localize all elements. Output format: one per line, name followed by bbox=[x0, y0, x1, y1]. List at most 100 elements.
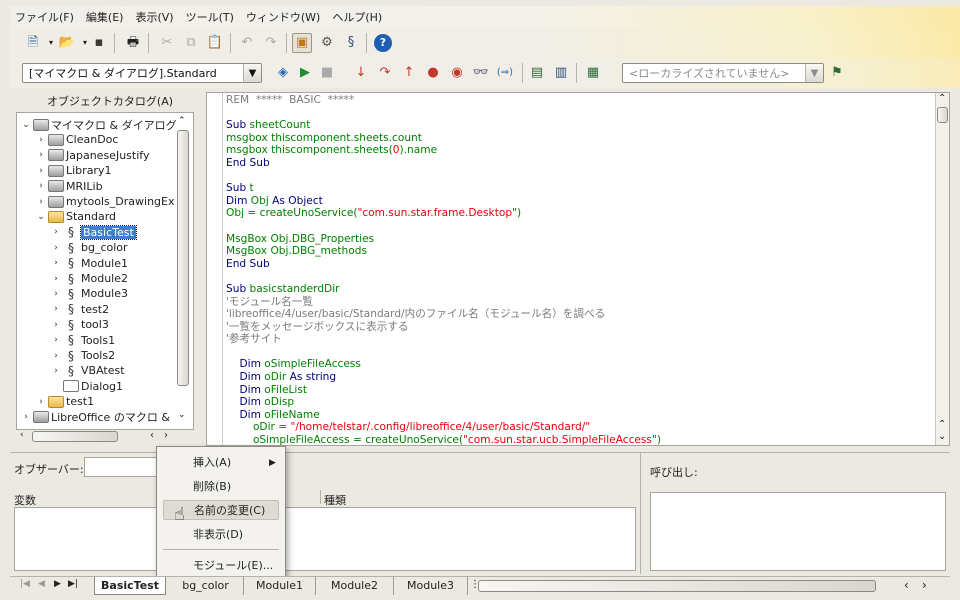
tab-horizontal-scrollbar[interactable]: ⋮ bbox=[470, 579, 876, 593]
expand-right-icon[interactable]: › bbox=[36, 197, 46, 207]
copy-icon[interactable]: ⧉ bbox=[182, 34, 200, 52]
prev-tab-icon[interactable]: ◀ bbox=[38, 579, 45, 589]
scroll-down-icon[interactable]: ⌄ bbox=[938, 431, 946, 442]
tree-item[interactable]: › MRILib bbox=[36, 179, 102, 194]
breakpoint-gutter[interactable] bbox=[207, 93, 223, 445]
calls-list[interactable] bbox=[650, 492, 946, 571]
tree-item[interactable]: › CleanDoc bbox=[36, 132, 118, 147]
code-text[interactable]: REM ***** BASIC ***** Sub sheetCount msgbo… bbox=[226, 94, 926, 445]
compile-icon[interactable]: ◈ bbox=[274, 64, 292, 82]
basic-macros-icon[interactable]: § bbox=[342, 34, 360, 52]
manage-languages-icon[interactable]: ⚑ bbox=[828, 64, 846, 82]
expand-right-icon[interactable]: › bbox=[51, 274, 61, 284]
tree-item[interactable]: › § Tools2 bbox=[51, 348, 115, 363]
tree-item[interactable]: › LibreOffice のマクロ & bbox=[21, 410, 170, 425]
scroll-right-icon[interactable]: › bbox=[922, 578, 927, 592]
menu-item-delete[interactable]: 削除(B) bbox=[163, 477, 279, 497]
expand-right-icon[interactable]: › bbox=[51, 320, 61, 330]
tab-module3[interactable]: Module3 bbox=[394, 577, 468, 595]
expand-right-icon[interactable]: › bbox=[51, 366, 61, 376]
expand-right-icon[interactable]: › bbox=[36, 166, 46, 176]
expand-right-icon[interactable]: › bbox=[21, 412, 31, 422]
tree-item[interactable]: › mytools_DrawingEx bbox=[36, 194, 174, 209]
watch-icon[interactable]: 👓 bbox=[472, 64, 490, 82]
tree-item[interactable]: › § bg_color bbox=[51, 240, 127, 255]
tree-item[interactable]: › § BasicTest bbox=[51, 224, 137, 240]
menu-tools[interactable]: ツール(T) bbox=[181, 9, 239, 25]
tree-item[interactable]: › § Module1 bbox=[51, 256, 128, 271]
scroll-left-icon[interactable]: ‹ bbox=[150, 430, 154, 441]
expand-right-icon[interactable]: › bbox=[36, 397, 46, 407]
scroll-left-icon[interactable]: ‹ bbox=[20, 430, 24, 440]
watch-list[interactable] bbox=[14, 507, 636, 571]
scroll-thumb[interactable] bbox=[32, 431, 118, 442]
language-select[interactable]: <ローカライズされていません> ▼ bbox=[622, 63, 824, 83]
find-parentheses-icon[interactable]: (⇒) bbox=[496, 64, 514, 82]
help-icon[interactable]: ? bbox=[374, 34, 392, 52]
expand-right-icon[interactable]: › bbox=[51, 227, 61, 237]
expand-right-icon[interactable]: › bbox=[36, 150, 46, 160]
menu-file[interactable]: ファイル(F) bbox=[10, 9, 79, 25]
expand-right-icon[interactable]: › bbox=[51, 243, 61, 253]
save-source-icon[interactable]: ▥ bbox=[552, 64, 570, 82]
basic-ide-icon[interactable]: ▣ bbox=[292, 33, 312, 53]
type-column-header[interactable]: 種類 bbox=[324, 492, 346, 508]
scroll-thumb[interactable] bbox=[478, 580, 876, 592]
scroll-right-icon[interactable]: › bbox=[164, 430, 168, 441]
tree-item[interactable]: › test1 bbox=[36, 394, 94, 409]
expand-down-icon[interactable]: ⌄ bbox=[21, 120, 31, 130]
breakpoint-icon[interactable]: ● bbox=[424, 64, 442, 82]
scroll-up-icon[interactable]: ⌃ bbox=[938, 419, 946, 430]
expand-right-icon[interactable]: › bbox=[51, 335, 61, 345]
first-tab-icon[interactable]: |◀ bbox=[20, 579, 30, 589]
stop-icon[interactable]: ■ bbox=[318, 64, 336, 82]
tab-basictest[interactable]: BasicTest bbox=[94, 577, 166, 595]
tree-item[interactable]: ⌄ Standard bbox=[36, 209, 116, 224]
step-into-icon[interactable]: ↓ bbox=[352, 64, 370, 82]
scroll-up-icon[interactable]: ⌃ bbox=[938, 93, 946, 104]
expand-right-icon[interactable]: › bbox=[36, 135, 46, 145]
chevron-down-icon[interactable]: ▼ bbox=[805, 64, 823, 82]
catalog-horizontal-scrollbar[interactable]: ‹ ‹ › bbox=[16, 430, 180, 444]
tab-bg-color[interactable]: bg_color bbox=[168, 577, 244, 595]
editor-vertical-scrollbar[interactable]: ⌃ ⌃ ⌄ bbox=[935, 93, 949, 445]
manage-breakpoints-icon[interactable]: ◉ bbox=[448, 64, 466, 82]
menu-view[interactable]: 表示(V) bbox=[130, 9, 178, 25]
scroll-left-icon[interactable]: ‹ bbox=[904, 578, 909, 592]
chevron-down-icon[interactable]: ▼ bbox=[243, 64, 261, 82]
tree-item[interactable]: › § tool3 bbox=[51, 317, 109, 332]
undo-icon[interactable]: ↶ bbox=[238, 34, 256, 52]
scroll-up-icon[interactable]: ⌃ bbox=[178, 116, 186, 126]
menu-window[interactable]: ウィンドウ(W) bbox=[241, 9, 325, 25]
tab-module1[interactable]: Module1 bbox=[244, 577, 316, 595]
tree-item[interactable]: › § Module3 bbox=[51, 286, 128, 301]
next-tab-icon[interactable]: ▶ bbox=[54, 579, 61, 589]
new-document-icon[interactable]: 🗎 bbox=[24, 34, 42, 52]
tree-item[interactable]: › Library1 bbox=[36, 163, 111, 178]
menu-help[interactable]: ヘルプ(H) bbox=[327, 9, 387, 25]
expand-right-icon[interactable]: › bbox=[51, 304, 61, 314]
tree-item[interactable]: ⌄ マイマクロ & ダイアログ bbox=[21, 117, 177, 132]
expand-right-icon[interactable]: › bbox=[51, 289, 61, 299]
tab-module2[interactable]: Module2 bbox=[316, 577, 394, 595]
catalog-vertical-scrollbar[interactable] bbox=[176, 130, 190, 430]
tree-item[interactable]: › § VBAtest bbox=[51, 363, 124, 378]
run-icon[interactable]: ▶ bbox=[296, 64, 314, 82]
library-select[interactable]: [マイマクロ & ダイアログ].Standard ▼ bbox=[22, 63, 262, 83]
menu-item-module[interactable]: モジュール(E)... bbox=[163, 556, 279, 576]
open-icon[interactable]: 📂 bbox=[58, 34, 76, 52]
insert-source-icon[interactable]: ▤ bbox=[528, 64, 546, 82]
menu-edit[interactable]: 編集(E) bbox=[81, 9, 129, 25]
tree-item[interactable]: Dialog1 bbox=[51, 379, 123, 394]
paste-icon[interactable]: 📋 bbox=[206, 34, 224, 52]
variable-column-header[interactable]: 変数 bbox=[14, 492, 36, 508]
code-editor[interactable]: REM ***** BASIC ***** Sub sheetCount msgbo… bbox=[206, 92, 950, 446]
tree-item[interactable]: › § test2 bbox=[51, 302, 109, 317]
tree-item[interactable]: › JapaneseJustify bbox=[36, 148, 149, 163]
last-tab-icon[interactable]: ▶| bbox=[68, 579, 78, 589]
menu-item-insert[interactable]: 挿入(A) ▶ bbox=[163, 453, 279, 473]
expand-down-icon[interactable]: ⌄ bbox=[36, 212, 46, 222]
save-icon[interactable]: ▪ bbox=[90, 34, 108, 52]
cut-icon[interactable]: ✂ bbox=[158, 34, 176, 52]
object-catalog-tree[interactable]: ⌄ マイマクロ & ダイアログ › CleanDoc › JapaneseJustify ›… bbox=[16, 112, 194, 430]
